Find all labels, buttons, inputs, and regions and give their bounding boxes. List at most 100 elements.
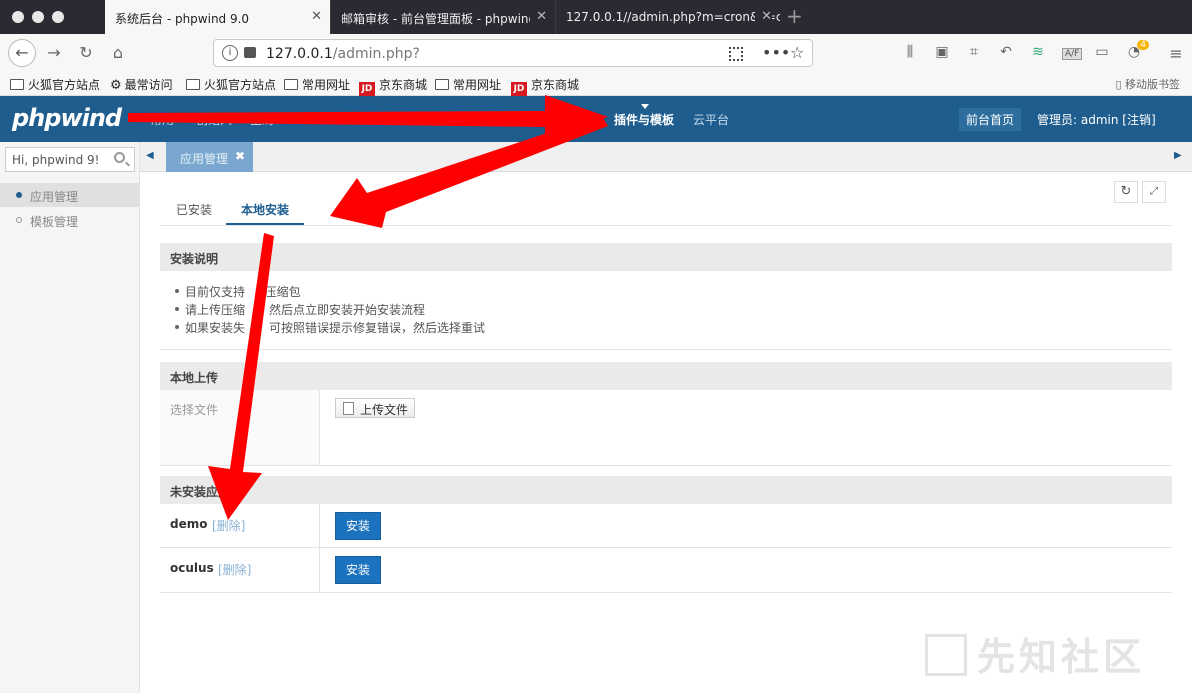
sidebar-icon[interactable]: ▣ bbox=[931, 44, 953, 64]
bookmark-folder[interactable]: 常用网址 bbox=[435, 76, 501, 93]
scroll-left-icon[interactable]: ◀ bbox=[146, 150, 154, 161]
delete-link[interactable]: [删除] bbox=[218, 561, 251, 578]
url-path: /admin.php? bbox=[332, 46, 420, 62]
browser-tab-active[interactable]: 系统后台 - phpwind 9.0 ✕ bbox=[105, 0, 330, 34]
bookmark-label: 常用网址 bbox=[453, 78, 502, 92]
folder-icon bbox=[10, 79, 24, 90]
app-name: demo bbox=[170, 517, 208, 531]
sidebar-item-template-management[interactable]: 模板管理 bbox=[0, 208, 140, 232]
page-tabs-bar bbox=[140, 142, 1192, 172]
screenshot-icon[interactable]: ⌗ bbox=[963, 44, 985, 64]
new-tab-icon[interactable]: + bbox=[786, 4, 803, 28]
browser-tab[interactable]: 邮箱审核 - 前台管理面板 - phpwind 9 ✕ bbox=[330, 0, 555, 34]
note-text: ，可按照错误提示修复错误，然后选择重试 bbox=[257, 321, 486, 335]
bookmark-label: 最常访问 bbox=[124, 78, 173, 92]
close-icon[interactable]: ✖ bbox=[235, 149, 245, 163]
sidebar-item-label: 模板管理 bbox=[30, 215, 79, 229]
bookmark-label: 京东商城 bbox=[531, 78, 580, 92]
home-icon[interactable]: ⌂ bbox=[106, 42, 130, 64]
note-text: p压缩包 bbox=[257, 285, 301, 299]
file-icon bbox=[343, 402, 354, 415]
forward-arrow-icon[interactable]: → bbox=[42, 42, 66, 64]
page-tab-app-management[interactable]: 应用管理 ✖ bbox=[166, 142, 253, 172]
nav-item[interactable]: 动版 bbox=[566, 111, 590, 128]
divider bbox=[160, 592, 1172, 593]
sidebar-item-app-management[interactable]: 应用管理 bbox=[0, 183, 140, 207]
more-options-icon[interactable]: ••• bbox=[762, 43, 790, 62]
search-input[interactable]: Hi, phpwind 9! bbox=[5, 147, 135, 172]
local-upload-heading: 本地上传 bbox=[160, 362, 1172, 390]
install-notes-heading: 安装说明 bbox=[160, 243, 1172, 271]
chat-icon[interactable]: ▭ bbox=[1091, 44, 1113, 64]
url-bar[interactable]: i 127.0.0.1/admin.php? ••• ☆ bbox=[213, 39, 813, 67]
divider bbox=[160, 465, 1172, 466]
folder-icon bbox=[435, 79, 449, 90]
refresh-icon[interactable]: ↻ bbox=[1114, 181, 1138, 203]
bullet-icon bbox=[16, 217, 22, 223]
menu-icon[interactable]: ≡ bbox=[1165, 44, 1187, 64]
browser-tab[interactable]: 127.0.0.1//admin.php?m=cron&c=cron ✕ bbox=[555, 0, 780, 34]
undo-icon[interactable]: ↶ bbox=[995, 44, 1017, 64]
back-arrow-icon[interactable]: ← bbox=[8, 39, 36, 67]
bookmark-folder[interactable]: 常用网址 bbox=[284, 76, 350, 93]
bookmark-link[interactable]: JD 京东商城 bbox=[359, 76, 427, 97]
bookmark-folder[interactable]: 火狐官方站点 bbox=[10, 76, 100, 93]
info-icon[interactable]: i bbox=[222, 45, 238, 61]
uninstalled-apps-heading: 未安装应用 bbox=[160, 476, 1172, 504]
nav-item[interactable]: 创始人 bbox=[196, 111, 232, 128]
folder-icon bbox=[284, 79, 298, 90]
qr-code-icon[interactable] bbox=[729, 47, 743, 61]
extension-badge-icon[interactable]: ◔ 4 bbox=[1123, 40, 1149, 64]
nav-item-plugins-templates[interactable]: 插件与模板 bbox=[614, 111, 674, 128]
note-text: ，然后点立即安装开始安装流程 bbox=[257, 303, 426, 317]
bookmark-folder[interactable]: 火狐官方站点 bbox=[186, 76, 276, 93]
upload-file-button[interactable]: 上传文件 bbox=[335, 398, 415, 418]
nav-item[interactable]: 云平台 bbox=[693, 111, 729, 128]
close-tab-icon[interactable]: ✕ bbox=[755, 9, 772, 24]
phpwind-logo[interactable]: phpwind bbox=[12, 104, 122, 132]
note-text: 请上传压缩 bbox=[185, 303, 246, 317]
extension-badge: 4 bbox=[1137, 40, 1149, 50]
jd-logo-icon: JD bbox=[359, 82, 375, 97]
delete-link[interactable]: [删除] bbox=[212, 517, 245, 534]
note-text: 如果安装失 bbox=[185, 321, 246, 335]
install-note: 如果安装失 ，可按照错误提示修复错误，然后选择重试 bbox=[174, 319, 486, 336]
note-text: 目前仅支持 bbox=[185, 285, 246, 299]
close-tab-icon[interactable]: ✕ bbox=[311, 9, 322, 24]
frontend-home-button[interactable]: 前台首页 bbox=[959, 108, 1022, 131]
admin-info[interactable]: 管理员: admin [注销] bbox=[1037, 111, 1156, 128]
bookmark-star-icon[interactable]: ☆ bbox=[790, 43, 804, 62]
close-window-dot[interactable] bbox=[12, 11, 24, 23]
zoom-window-dot[interactable] bbox=[52, 11, 64, 23]
install-button[interactable]: 安装 bbox=[335, 556, 381, 584]
bookmark-link[interactable]: JD 京东商城 bbox=[511, 76, 579, 97]
table-row-divider bbox=[160, 547, 1172, 548]
choose-file-label: 选择文件 bbox=[170, 403, 219, 417]
nav-item[interactable]: 全局 bbox=[250, 111, 274, 128]
active-nav-caret-icon bbox=[641, 104, 649, 109]
library-icon[interactable]: ⫼ bbox=[899, 44, 921, 64]
app-name: oculus bbox=[170, 561, 214, 575]
close-tab-icon[interactable]: ✕ bbox=[530, 9, 547, 24]
bookmark-folder[interactable]: ⚙ 最常访问 bbox=[110, 76, 173, 93]
bookmark-label: 火狐官方站点 bbox=[28, 78, 101, 92]
fullscreen-icon[interactable]: ⤢ bbox=[1142, 181, 1166, 203]
bookmark-label: 京东商城 bbox=[379, 78, 428, 92]
scroll-right-icon[interactable]: ▶ bbox=[1174, 150, 1182, 161]
extension-icon[interactable]: ≋ bbox=[1027, 44, 1049, 64]
minimize-window-dot[interactable] bbox=[32, 11, 44, 23]
tab-installed[interactable]: 已安装 bbox=[176, 201, 212, 218]
install-button[interactable]: 安装 bbox=[335, 512, 381, 540]
reload-icon[interactable]: ↻ bbox=[74, 42, 98, 64]
search-icon[interactable] bbox=[114, 152, 125, 163]
tab-local-install[interactable]: 本地安装 bbox=[241, 201, 289, 218]
bookmarks-bar: 火狐官方站点 ⚙ 最常访问 火狐官方站点 常用网址 JD 京东商城 常用网址 JD 京… bbox=[0, 72, 1192, 97]
url-host: 127.0.0.1 bbox=[266, 46, 333, 62]
mobile-bookmarks[interactable]: ▯ 移动版书签 bbox=[1115, 76, 1180, 92]
watermark-logo-icon bbox=[925, 634, 967, 676]
translate-icon[interactable]: A/F bbox=[1059, 44, 1085, 64]
nav-item[interactable]: 常用 bbox=[150, 111, 174, 128]
page-icon bbox=[244, 47, 256, 58]
tab-title: 系统后台 - phpwind 9.0 bbox=[115, 12, 250, 26]
watermark-text: 先知社区 bbox=[977, 635, 1146, 679]
